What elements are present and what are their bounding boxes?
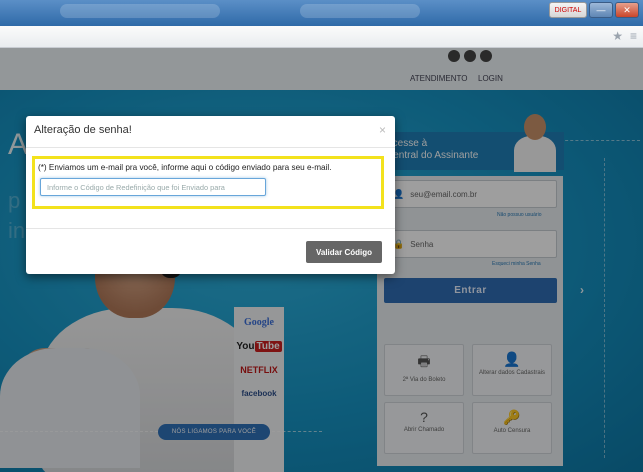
minimize-button[interactable]: — bbox=[589, 2, 613, 18]
language-indicator[interactable]: DIGITAL bbox=[549, 2, 587, 18]
browser-toolbar: ★ ≡ bbox=[0, 26, 643, 48]
password-reset-modal: Alteração de senha! × (*) Enviamos um e-… bbox=[26, 116, 395, 274]
close-window-button[interactable]: ✕ bbox=[615, 2, 639, 18]
web-page: ATENDIMENTO LOGIN A p in Google You Tube … bbox=[0, 48, 643, 472]
modal-header: Alteração de senha! × bbox=[26, 116, 395, 148]
modal-title: Alteração de senha! bbox=[34, 124, 132, 136]
window-controls: DIGITAL — ✕ bbox=[549, 2, 639, 18]
star-icon[interactable]: ★ bbox=[612, 29, 623, 43]
close-icon[interactable]: × bbox=[379, 123, 386, 137]
validate-code-button[interactable]: Validar Código bbox=[306, 241, 382, 263]
modal-message: (*) Enviamos um e-mail pra você, informe… bbox=[38, 163, 332, 172]
titlebar-decoration bbox=[300, 4, 420, 18]
window-titlebar: DIGITAL — ✕ bbox=[0, 0, 643, 26]
reset-code-input[interactable] bbox=[40, 178, 266, 196]
menu-icon[interactable]: ≡ bbox=[630, 29, 637, 43]
titlebar-decoration bbox=[60, 4, 220, 18]
